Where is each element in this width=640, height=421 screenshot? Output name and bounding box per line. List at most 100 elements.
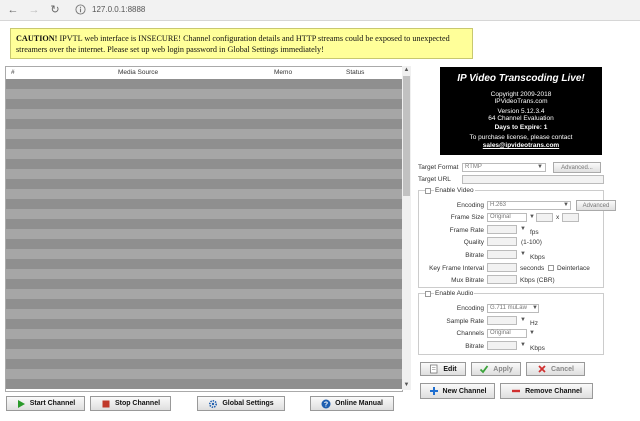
table-row[interactable]	[6, 379, 402, 389]
svg-text:?: ?	[324, 401, 328, 408]
table-body[interactable]	[6, 79, 402, 391]
scroll-up-icon[interactable]: ▲	[402, 66, 411, 75]
chevron-down-icon: ▼	[520, 317, 526, 323]
mux-unit: Kbps (CBR)	[520, 277, 555, 284]
audio-kbps-unit: Kbps	[530, 345, 545, 352]
start-channel-button[interactable]: Start Channel	[6, 396, 85, 411]
table-row[interactable]	[6, 159, 402, 169]
video-encoding-select[interactable]: H.263	[487, 201, 571, 210]
logo-title: IP Video Transcoding Live!	[457, 73, 585, 84]
table-row[interactable]	[6, 269, 402, 279]
global-settings-label: Global Settings	[222, 400, 274, 407]
advanced-video-button[interactable]: Advanced	[576, 200, 616, 211]
start-channel-label: Start Channel	[29, 400, 76, 407]
chevron-down-icon: ▼	[537, 164, 543, 170]
chevron-down-icon: ▼	[563, 202, 569, 208]
table-row[interactable]	[6, 339, 402, 349]
channels-select[interactable]: Original	[487, 329, 527, 338]
back-icon[interactable]: ←	[6, 3, 20, 17]
target-url-input[interactable]	[462, 175, 604, 184]
new-channel-button[interactable]: New Channel	[420, 383, 495, 399]
target-format-select[interactable]: RTMP	[462, 163, 546, 172]
table-row[interactable]	[6, 329, 402, 339]
table-row[interactable]	[6, 119, 402, 129]
table-row[interactable]	[6, 249, 402, 259]
key-frame-input[interactable]	[487, 263, 517, 272]
table-row[interactable]	[6, 289, 402, 299]
table-row[interactable]	[6, 309, 402, 319]
hz-unit: Hz	[530, 320, 538, 327]
video-bitrate-input[interactable]	[487, 250, 517, 259]
table-row[interactable]	[6, 109, 402, 119]
frame-size-select[interactable]: Original	[487, 213, 527, 222]
table-row[interactable]	[6, 99, 402, 109]
channel-table[interactable]: # Media Source Memo Status	[5, 66, 403, 392]
address-bar[interactable]: 127.0.0.1:8888	[92, 5, 145, 14]
table-row[interactable]	[6, 179, 402, 189]
frame-width-input[interactable]	[536, 213, 553, 222]
table-row[interactable]	[6, 129, 402, 139]
table-row[interactable]	[6, 199, 402, 209]
deinterlace-checkbox[interactable]	[548, 265, 554, 271]
table-row[interactable]	[6, 299, 402, 309]
frame-height-input[interactable]	[562, 213, 579, 222]
stop-channel-label: Stop Channel	[114, 400, 161, 407]
edit-button[interactable]: Edit	[420, 362, 466, 376]
global-settings-button[interactable]: Global Settings	[197, 396, 285, 411]
advanced-target-button[interactable]: Advanced...	[553, 162, 601, 173]
logo-site: IPVideoTrans.com	[494, 98, 548, 105]
frame-size-label: Frame Size	[450, 214, 484, 221]
online-manual-button[interactable]: ? Online Manual	[310, 396, 394, 411]
forward-icon[interactable]: →	[27, 3, 41, 17]
table-row[interactable]	[6, 209, 402, 219]
chevron-down-icon: ▼	[532, 305, 538, 311]
frame-rate-input[interactable]	[487, 225, 517, 234]
info-icon[interactable]	[75, 4, 86, 15]
table-row[interactable]	[6, 169, 402, 179]
table-row[interactable]	[6, 319, 402, 329]
column-header-number: #	[11, 69, 15, 76]
table-row[interactable]	[6, 189, 402, 199]
audio-bitrate-input[interactable]	[487, 341, 517, 350]
table-row[interactable]	[6, 79, 402, 89]
seconds-unit: seconds	[520, 265, 545, 272]
table-row[interactable]	[6, 369, 402, 379]
scrollbar-thumb[interactable]	[403, 76, 410, 196]
table-row[interactable]	[6, 239, 402, 249]
cancel-button[interactable]: Cancel	[526, 362, 585, 376]
table-row[interactable]	[6, 149, 402, 159]
remove-channel-button[interactable]: Remove Channel	[500, 383, 593, 399]
enable-audio-label: Enable Audio	[434, 290, 475, 297]
table-row[interactable]	[6, 279, 402, 289]
enable-video-checkbox[interactable]	[425, 188, 431, 194]
table-row[interactable]	[6, 219, 402, 229]
table-row[interactable]	[6, 139, 402, 149]
video-bitrate-label: Bitrate	[465, 252, 484, 259]
table-row[interactable]	[6, 359, 402, 369]
deinterlace-label: Deinterlace	[557, 265, 590, 272]
table-row[interactable]	[6, 89, 402, 99]
enable-audio-checkbox[interactable]	[425, 291, 431, 297]
product-logo-box: IP Video Transcoding Live! Copyright 200…	[440, 67, 602, 155]
check-icon	[480, 365, 489, 374]
table-row[interactable]	[6, 349, 402, 359]
new-channel-label: New Channel	[442, 387, 487, 395]
scroll-down-icon[interactable]: ▼	[402, 381, 411, 390]
table-scrollbar[interactable]: ▲ ▼	[402, 66, 411, 390]
column-header-media-source: Media Source	[118, 69, 159, 76]
play-icon	[17, 399, 25, 408]
quality-input[interactable]	[487, 237, 517, 246]
mux-bitrate-input[interactable]	[487, 275, 517, 284]
caution-title: CAUTION!	[16, 34, 58, 43]
sales-email-link[interactable]: sales@ipvideotrans.com	[440, 142, 602, 149]
column-header-memo: Memo	[274, 69, 293, 76]
fps-unit: fps	[530, 229, 539, 236]
sample-rate-input[interactable]	[487, 316, 517, 325]
reload-icon[interactable]: ↻	[48, 3, 62, 17]
stop-channel-button[interactable]: Stop Channel	[90, 396, 171, 411]
apply-button[interactable]: Apply	[471, 362, 521, 376]
logo-edition: 64 Channel Evaluation	[488, 115, 554, 122]
table-row[interactable]	[6, 229, 402, 239]
table-row[interactable]	[6, 259, 402, 269]
frame-rate-label: Frame Rate	[449, 227, 484, 234]
